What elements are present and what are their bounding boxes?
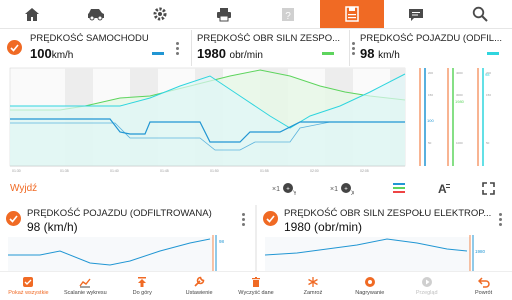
param-value: 98 km/h — [360, 46, 400, 61]
exit-button[interactable]: Wyjdź — [10, 183, 37, 194]
merge-chart-button[interactable]: Scalanie wykresu — [57, 272, 114, 300]
series-color-swatch — [152, 52, 164, 55]
font-size-icon[interactable]: A — [437, 182, 451, 195]
freeze-button[interactable]: Zamroź — [284, 272, 341, 300]
back-icon — [477, 276, 490, 288]
show-all-icon — [22, 276, 34, 288]
svg-text:02:05: 02:05 — [360, 169, 369, 173]
series-color-swatch — [487, 52, 499, 55]
more-options-icon[interactable] — [176, 42, 179, 56]
show-all-label: Pokaż wszystkie — [8, 290, 49, 296]
card-marker: 1980 — [475, 249, 486, 254]
filtered-marker-label: 98 — [485, 72, 490, 77]
series-color-swatch — [322, 52, 334, 55]
svg-text:50: 50 — [486, 141, 490, 145]
snowflake-icon — [307, 276, 319, 288]
review-button[interactable]: Przegląd — [398, 272, 455, 300]
zoom-x-label: ×1 — [330, 185, 338, 193]
svg-text:50: 50 — [428, 141, 432, 145]
trash-icon — [250, 276, 262, 288]
speed-marker-label: 100 — [427, 118, 434, 123]
zoom-y-label: ×1 — [272, 185, 280, 193]
param-vehicle-speed[interactable]: PRĘDKOŚĆ SAMOCHODU 100km/h — [0, 30, 192, 66]
svg-text:X: X — [351, 191, 354, 196]
chart-toolbar: Wyjdź ×1 + Y ×1 + X A — [0, 179, 512, 201]
mini-chart-filtered-speed[interactable]: PRĘDKOŚĆ POJAZDU (ODFILTROWANA) 98 (km/h… — [0, 205, 255, 271]
to-top-button[interactable]: Do góry — [114, 272, 171, 300]
settings-label: Ustawienie — [185, 290, 213, 296]
top-navigation: ? — [0, 0, 512, 29]
search-icon[interactable] — [448, 0, 512, 28]
param-filtered-speed[interactable]: PRĘDKOŚĆ POJAZDU (ODFIL... 98 km/h — [350, 30, 512, 66]
help-icon[interactable]: ? — [256, 0, 320, 28]
record-icon — [364, 276, 376, 288]
zoom-x-button[interactable]: ×1 + X — [330, 182, 354, 196]
mini-charts: PRĘDKOŚĆ POJAZDU (ODFILTROWANA) 98 (km/h… — [0, 205, 512, 271]
up-arrow-icon — [136, 276, 148, 288]
show-all-button[interactable]: Pokaż wszystkie — [0, 272, 57, 300]
mini-chart-engine-rpm[interactable]: PRĘDKOŚĆ OBR SILN ZESPOŁU ELEKTROP... 19… — [257, 205, 512, 271]
home-icon[interactable] — [0, 0, 64, 28]
zoom-x-icon: +X — [340, 183, 354, 196]
param-title: PRĘDKOŚĆ SAMOCHODU — [30, 33, 149, 44]
card-marker: 98 — [219, 239, 225, 244]
more-options-icon[interactable] — [352, 42, 355, 56]
legend-lines-icon[interactable] — [392, 182, 406, 194]
gear-icon[interactable] — [128, 0, 192, 28]
clear-data-button[interactable]: Wyczyść dane — [228, 272, 285, 300]
back-button[interactable]: Powrót — [455, 272, 512, 300]
svg-text:200: 200 — [428, 71, 433, 75]
svg-text:01:30: 01:30 — [12, 169, 21, 173]
zoom-y-icon: +Y — [282, 183, 296, 196]
svg-text:?: ? — [285, 11, 291, 22]
parameter-headers: PRĘDKOŚĆ SAMOCHODU 100km/h PRĘDKOŚĆ OBR … — [0, 30, 512, 66]
record-label: Nagrywanie — [355, 290, 385, 296]
merge-chart-label: Scalanie wykresu — [63, 290, 107, 296]
svg-text:Y: Y — [293, 191, 296, 196]
merge-chart-icon — [79, 276, 91, 288]
svg-text:150: 150 — [486, 93, 491, 97]
car-icon[interactable] — [64, 0, 128, 28]
svg-text:+: + — [344, 187, 348, 193]
svg-text:4000: 4000 — [456, 71, 463, 75]
svg-text:A: A — [438, 182, 447, 195]
wrench-icon — [193, 276, 205, 288]
bottom-toolbar: Pokaż wszystkie Scalanie wykresu Do góry… — [0, 271, 512, 300]
svg-text:150: 150 — [428, 93, 433, 97]
param-engine-rpm[interactable]: PRĘDKOŚĆ OBR SILN ZESPO... 1980 obr/min — [192, 30, 350, 66]
chat-icon[interactable] — [384, 0, 448, 28]
fullscreen-icon[interactable] — [482, 182, 495, 195]
back-label: Powrót — [475, 290, 493, 296]
svg-text:01:55: 01:55 — [260, 169, 269, 173]
record-button[interactable]: Nagrywanie — [341, 272, 398, 300]
svg-text:01:45: 01:45 — [160, 169, 169, 173]
zoom-y-button[interactable]: ×1 + Y — [272, 182, 296, 196]
svg-text:01:40: 01:40 — [110, 169, 119, 173]
review-label: Przegląd — [415, 290, 438, 296]
param-title: PRĘDKOŚĆ OBR SILN ZESPO... — [197, 33, 341, 44]
save-icon[interactable] — [320, 0, 384, 28]
check-icon[interactable] — [7, 40, 22, 55]
settings-button[interactable]: Ustawienie — [171, 272, 228, 300]
svg-text:3000: 3000 — [456, 93, 463, 97]
param-title: PRĘDKOŚĆ POJAZDU (ODFIL... — [360, 33, 502, 44]
param-value: 1980 obr/min — [197, 46, 263, 61]
rpm-marker-label: 1980 — [455, 99, 465, 104]
print-icon[interactable] — [192, 0, 256, 28]
param-value: 100km/h — [30, 46, 74, 61]
svg-text:01:35: 01:35 — [60, 169, 69, 173]
svg-text:1000: 1000 — [456, 141, 463, 145]
svg-text:02:00: 02:00 — [310, 169, 319, 173]
svg-text:01:50: 01:50 — [210, 169, 219, 173]
play-icon — [421, 276, 433, 288]
main-chart[interactable]: 01:30 01:35 01:40 01:45 01:50 01:55 02:00 02:… — [0, 66, 512, 178]
svg-text:+: + — [286, 187, 290, 193]
to-top-label: Do góry — [132, 290, 152, 296]
freeze-label: Zamroź — [303, 290, 323, 296]
clear-data-label: Wyczyść dane — [238, 290, 274, 296]
